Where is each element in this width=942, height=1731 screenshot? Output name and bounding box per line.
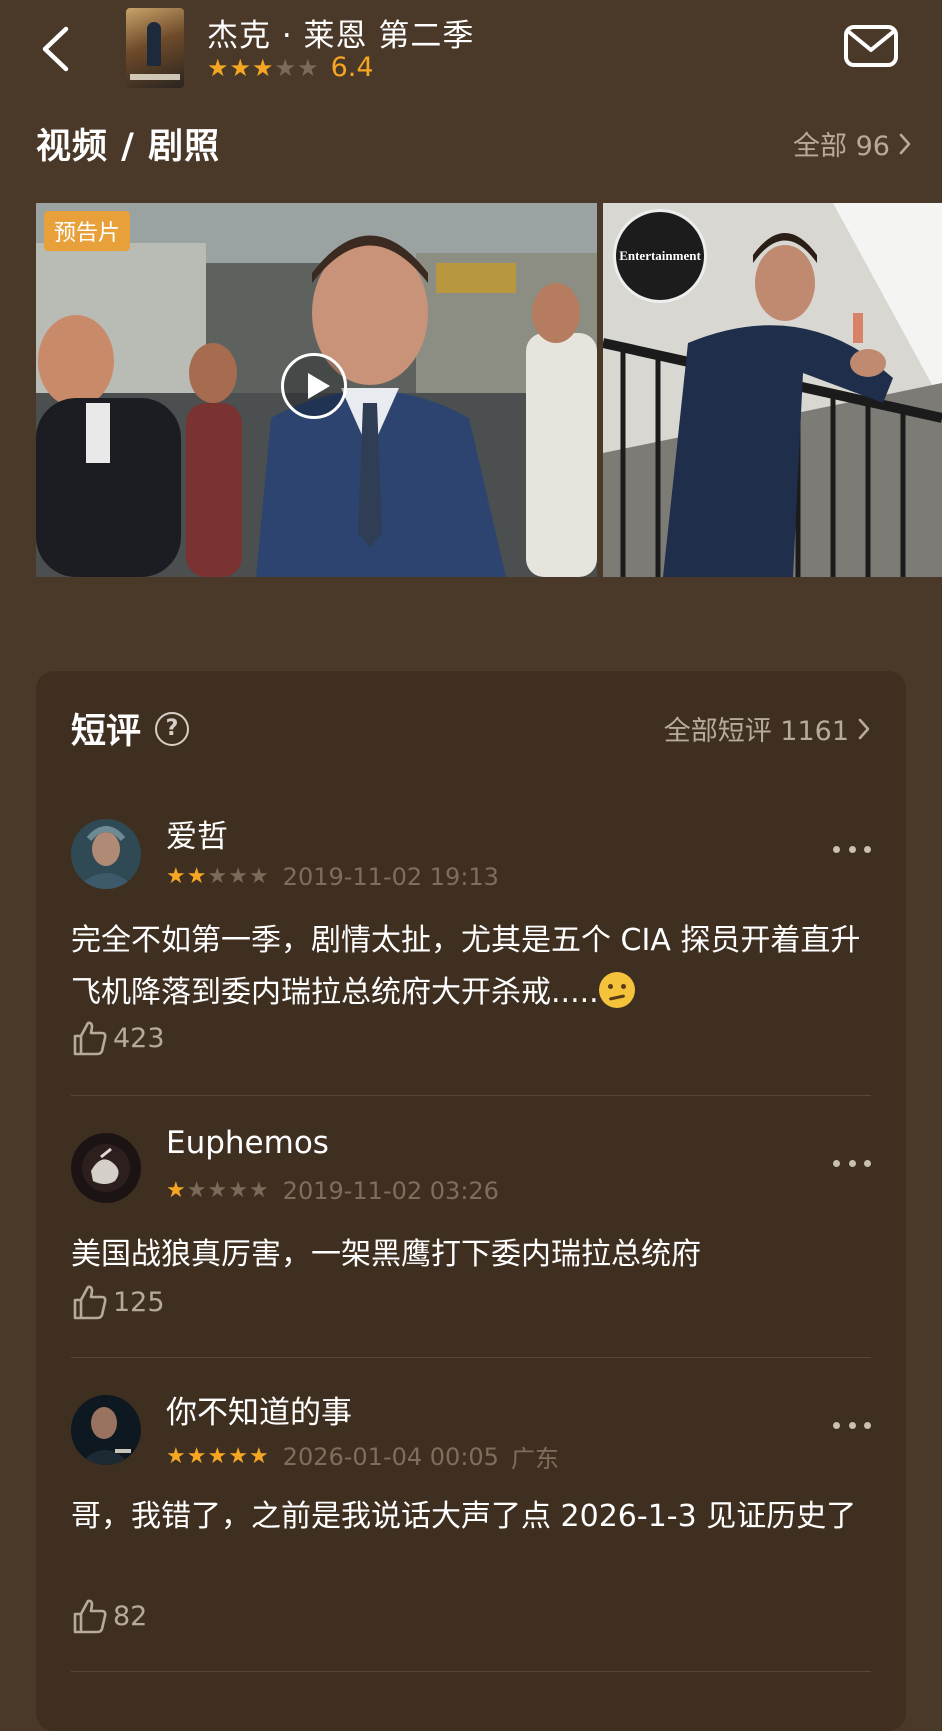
envelope-icon [844, 25, 898, 67]
star-filled-icon: ★ [186, 864, 207, 889]
star-empty-icon: ★ [186, 1178, 207, 1203]
question-circle-icon[interactable]: ? [155, 711, 190, 746]
play-icon[interactable] [281, 353, 347, 419]
trailer-badge: 预告片 [44, 211, 131, 251]
comment-meta: ★ ★ ★ ★ ★ 2026-01-04 00:05 广东 [166, 1439, 559, 1474]
messages-button[interactable] [843, 24, 899, 68]
star-empty-icon: ★ [228, 864, 248, 889]
star-empty-icon: ★ [207, 1178, 228, 1203]
comment-divider [71, 1095, 871, 1096]
comment-divider [71, 1357, 871, 1358]
star-filled-icon: ★ [166, 1178, 186, 1203]
comment-text: 完全不如第一季，剧情太扯，尤其是五个 CIA 探员开着直升飞机降落到委内瑞拉总统… [71, 915, 871, 1019]
chevron-left-icon [42, 26, 69, 72]
comment-author[interactable]: 你不知道的事 [166, 1387, 352, 1432]
star-empty-icon: ★ [248, 1178, 269, 1203]
comment-divider [71, 1671, 871, 1672]
comment-author[interactable]: Euphemos [166, 1125, 329, 1161]
short-comments-card: 短评 ? 全部短评 1161 爱哲 ★ ★ ★ ★ ★ 2019-11-02 19:13… [36, 671, 906, 1731]
more-options-icon[interactable] [833, 1153, 871, 1173]
media-section-header: 视频 / 剧照 全部 96 [36, 118, 912, 168]
comment-item: Euphemos ★ ★ ★ ★ ★ 2019-11-02 03:26 美国战狼真厉害，… [71, 1125, 871, 1333]
show-poster[interactable] [126, 8, 184, 88]
all-comments-link[interactable]: 全部短评 1161 [664, 709, 871, 748]
star-empty-icon: ★ [207, 864, 228, 889]
comment-rating-stars: ★ ★ ★ ★ ★ [166, 865, 269, 889]
media-section-title: 视频 / 剧照 [36, 127, 221, 167]
short-comments-header: 短评 ? 全部短评 1161 [71, 703, 871, 754]
media-view-all-label: 全部 96 [793, 131, 890, 162]
show-score: 6.4 [330, 52, 374, 83]
photo-logo-text: Entertainment [619, 248, 701, 263]
star-empty-icon: ★ [297, 53, 319, 82]
more-options-icon[interactable] [833, 839, 871, 859]
thumbs-up-icon [73, 1021, 107, 1056]
poster-figure [147, 22, 161, 66]
comment-rating-stars: ★ ★ ★ ★ ★ [166, 1179, 269, 1203]
chevron-right-icon [858, 718, 870, 739]
thinking-face-emoji-icon [598, 972, 635, 1008]
like-count: 82 [113, 1600, 148, 1632]
still-photo-thumbnail[interactable]: Entertainment [603, 203, 942, 577]
star-filled-icon: ★ [186, 1443, 207, 1469]
comment-date: 2019-11-02 03:26 [282, 1177, 499, 1205]
avatar[interactable] [71, 819, 141, 889]
comment-location: 广东 [510, 1445, 559, 1473]
star-filled-icon: ★ [228, 1443, 248, 1469]
entertainment-weekly-logo: Entertainment [613, 209, 707, 303]
comment-item: 你不知道的事 ★ ★ ★ ★ ★ 2026-01-04 00:05 广东 哥，我错了，之… [71, 1395, 871, 1645]
avatar[interactable] [71, 1133, 141, 1203]
media-strip[interactable]: 预告片 Entertainment [36, 203, 942, 577]
trailer-video-thumbnail[interactable]: 预告片 [36, 203, 597, 577]
comment-author[interactable]: 爱哲 [166, 811, 228, 856]
star-empty-icon: ★ [228, 1178, 248, 1203]
star-filled-icon: ★ [252, 53, 274, 82]
star-filled-icon: ★ [166, 864, 186, 889]
comment-rating-stars: ★ ★ ★ ★ ★ [166, 1443, 269, 1469]
comment-meta: ★ ★ ★ ★ ★ 2019-11-02 03:26 [166, 1177, 499, 1205]
top-bar: 杰克 · 莱恩 第二季 ★ ★ ★ ★ ★ 6.4 [0, 0, 942, 98]
comment-text: 哥，我错了，之前是我说话大声了点 2026-1-3 见证历史了 [71, 1499, 857, 1534]
comment-item: 爱哲 ★ ★ ★ ★ ★ 2019-11-02 19:13 完全不如第一季，剧情太扯，尤… [71, 819, 871, 1059]
star-empty-icon: ★ [248, 864, 269, 889]
comment-meta: ★ ★ ★ ★ ★ 2019-11-02 19:13 [166, 863, 499, 891]
comment-date: 2026-01-04 00:05 [282, 1442, 499, 1471]
show-rating-stars: ★ ★ ★ ★ ★ [207, 54, 319, 82]
star-filled-icon: ★ [207, 53, 229, 82]
more-options-icon[interactable] [833, 1415, 871, 1435]
like-button[interactable]: 423 [71, 1019, 165, 1057]
like-count: 125 [113, 1286, 165, 1318]
chevron-right-icon [899, 133, 911, 154]
like-button[interactable]: 82 [71, 1597, 147, 1635]
back-button[interactable] [30, 22, 80, 76]
media-view-all-link[interactable]: 全部 96 [793, 124, 912, 163]
show-title: 杰克 · 莱恩 第二季 [207, 18, 475, 54]
all-comments-label: 全部短评 1161 [663, 716, 849, 747]
short-comments-title: 短评 [71, 712, 142, 752]
show-rating: ★ ★ ★ ★ ★ 6.4 [207, 52, 374, 83]
avatar[interactable] [71, 1395, 141, 1465]
thumbs-up-icon [73, 1285, 107, 1320]
thumbs-up-icon [73, 1599, 107, 1634]
star-filled-icon: ★ [166, 1443, 186, 1469]
like-button[interactable]: 125 [71, 1283, 165, 1321]
star-filled-icon: ★ [207, 1443, 228, 1469]
star-filled-icon: ★ [248, 1443, 269, 1469]
star-filled-icon: ★ [229, 53, 252, 82]
poster-title-strip [130, 74, 180, 80]
short-comments-title-row: 短评 ? [71, 703, 190, 754]
comment-text: 美国战狼真厉害，一架黑鹰打下委内瑞拉总统府 [71, 1237, 701, 1272]
comment-date: 2019-11-02 19:13 [282, 863, 499, 891]
star-empty-icon: ★ [274, 53, 297, 82]
like-count: 423 [113, 1022, 165, 1054]
comment-text-body: 完全不如第一季，剧情太扯，尤其是五个 CIA 探员开着直升飞机降落到委内瑞拉总统… [71, 923, 861, 1010]
